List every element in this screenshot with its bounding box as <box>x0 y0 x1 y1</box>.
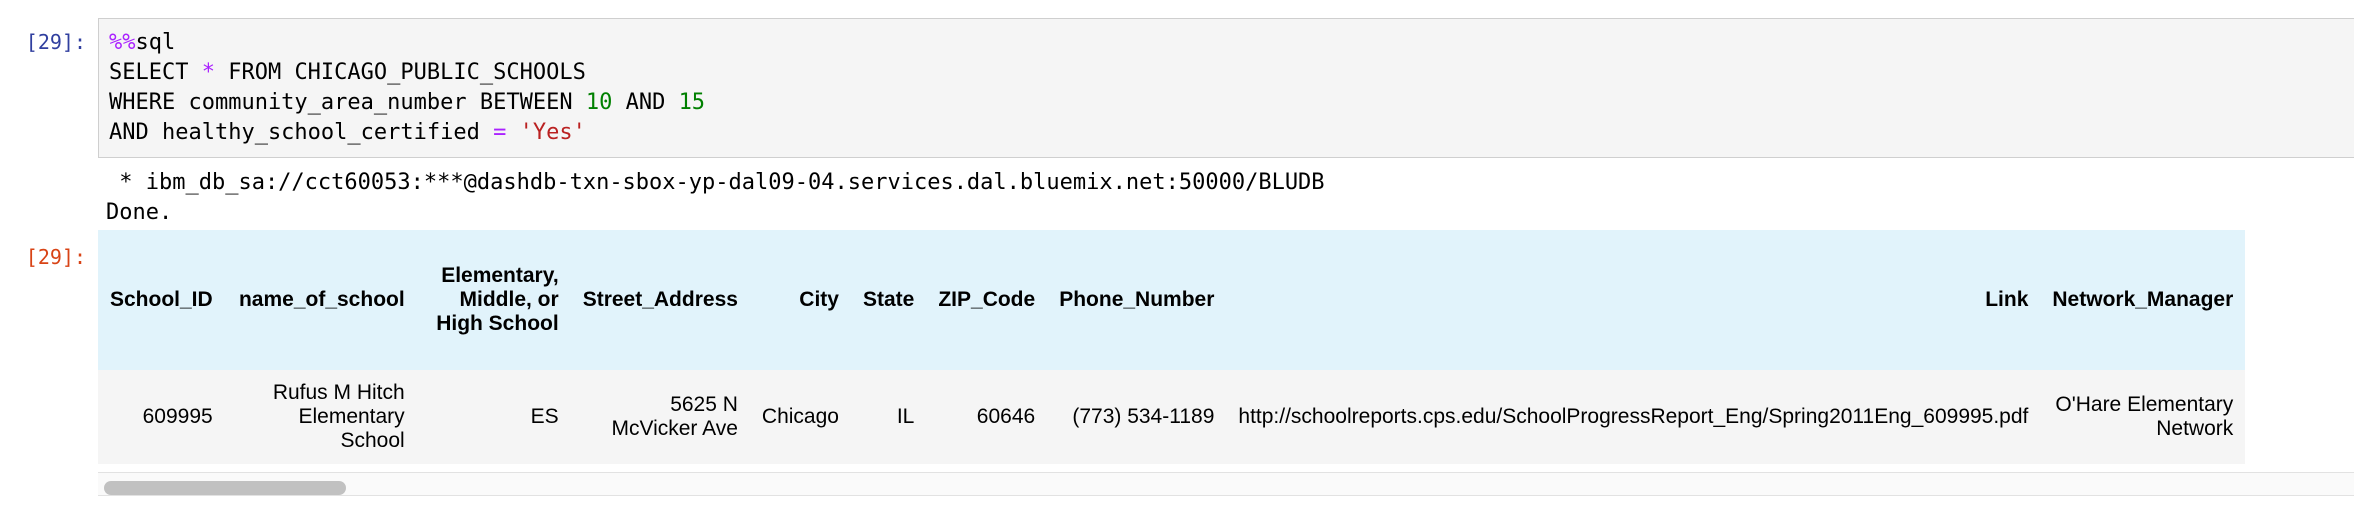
code-token: AND <box>612 90 679 115</box>
cell-network-manager: O'Hare Elementary Network <box>2055 393 2234 440</box>
code-token: WHERE community_area_number BETWEEN <box>109 90 586 115</box>
string-literal: 'Yes' <box>519 120 586 145</box>
header-city: City <box>799 288 839 311</box>
input-prompt: [29]: <box>25 30 86 54</box>
equals-operator: = <box>493 120 507 145</box>
result-table: School_ID name_of_school Elementary, Mid… <box>98 230 2246 464</box>
magic-name: sql <box>135 30 176 55</box>
header-zip-code: ZIP_Code <box>938 288 1036 311</box>
cell-name-of-school: Rufus M Hitch Elementary School <box>272 381 405 452</box>
code-token: FROM CHICAGO_PUBLIC_SCHOOLS <box>214 60 586 85</box>
stream-output: * ibm_db_sa://cct60053:***@dashdb-txn-sb… <box>106 168 1325 228</box>
header-link: Link <box>1985 288 2029 311</box>
code-line-1: %%sql <box>109 30 175 55</box>
horizontal-scrollbar[interactable] <box>98 472 2354 496</box>
header-network-manager: Network_Manager <box>2052 288 2234 311</box>
magic-prefix: %% <box>109 30 136 55</box>
code-token: SELECT <box>109 60 202 85</box>
number-literal: 10 <box>585 90 613 115</box>
done-message: Done. <box>106 200 173 225</box>
cell-zip-code: 60646 <box>976 405 1036 428</box>
code-token: AND healthy_school_certified <box>109 120 494 145</box>
scrollbar-thumb[interactable] <box>104 481 346 495</box>
star-operator: * <box>201 60 215 85</box>
table-header-row: School_ID name_of_school Elementary, Mid… <box>98 230 2246 370</box>
cell-street-address: 5625 N McVicker Ave <box>611 393 738 440</box>
header-school-type: Elementary, Middle, or High School <box>436 264 559 335</box>
header-school-id: School_ID <box>110 288 213 311</box>
cell-school-type: ES <box>530 405 559 428</box>
output-prompt: [29]: <box>25 245 86 269</box>
cell-state: IL <box>896 405 915 428</box>
cell-link: http://schoolreports.cps.edu/SchoolProgr… <box>1238 405 2029 428</box>
connection-string: * ibm_db_sa://cct60053:***@dashdb-txn-sb… <box>106 170 1325 195</box>
cell-phone-number: (773) 534-1189 <box>1072 405 1215 428</box>
code-line-3: WHERE community_area_number BETWEEN 10 A… <box>109 90 705 115</box>
table-row: 609995 Rufus M Hitch Elementary School E… <box>98 370 2246 464</box>
header-street-address: Street_Address <box>582 288 738 311</box>
header-state: State <box>862 288 915 311</box>
header-name-of-school: name_of_school <box>238 288 405 311</box>
number-literal: 15 <box>678 90 706 115</box>
code-line-2: SELECT * FROM CHICAGO_PUBLIC_SCHOOLS <box>109 60 586 85</box>
code-line-4: AND healthy_school_certified = 'Yes' <box>109 120 586 145</box>
cell-city: Chicago <box>761 405 839 428</box>
result-table-scroll-area[interactable]: School_ID name_of_school Elementary, Mid… <box>98 230 2354 494</box>
code-cell-editor[interactable]: %%sql SELECT * FROM CHICAGO_PUBLIC_SCHOO… <box>98 18 2354 158</box>
cell-school-id: 609995 <box>142 405 213 428</box>
header-phone-number: Phone_Number <box>1059 288 1215 311</box>
